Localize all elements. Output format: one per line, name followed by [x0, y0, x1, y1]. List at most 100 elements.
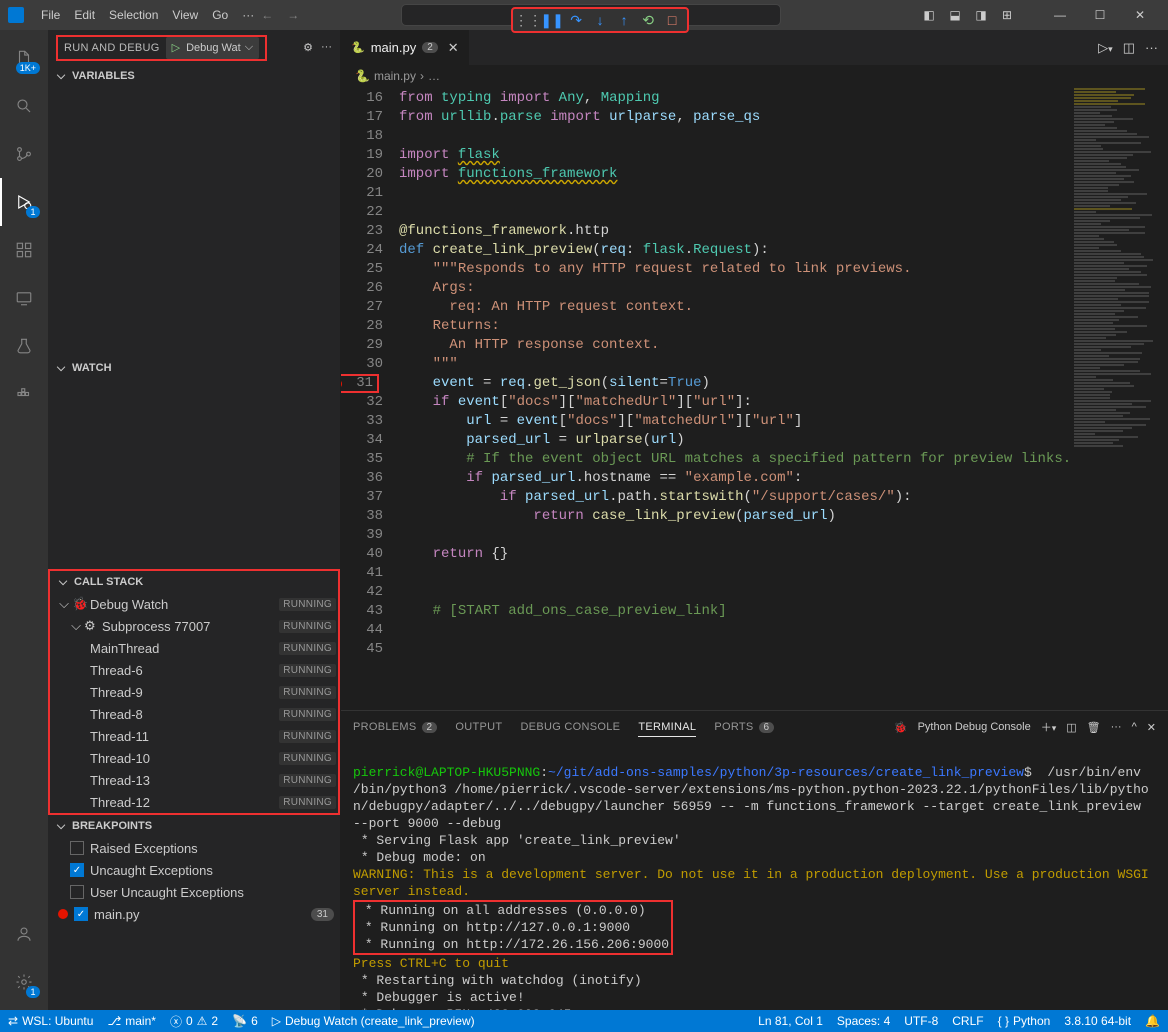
callstack-root[interactable]: ⌵🐞 Debug Watch RUNNING: [50, 593, 338, 615]
sb-spaces[interactable]: Spaces: 4: [837, 1014, 890, 1028]
menu-go[interactable]: Go: [205, 8, 235, 22]
explorer-icon[interactable]: 1K+: [0, 34, 48, 82]
callstack-header[interactable]: ⌵CALL STACK: [50, 571, 338, 593]
stop-icon[interactable]: □: [661, 9, 683, 31]
sb-branch[interactable]: ⎇ main*: [107, 1014, 156, 1028]
sb-problems[interactable]: ⓧ 0 ⚠ 2: [170, 1013, 218, 1030]
sb-encoding[interactable]: UTF-8: [904, 1014, 938, 1028]
debug-toolbar: ⋮⋮ ❚❚ ↷ ↓ ↑ ⟲ □: [511, 7, 689, 33]
run-icon[interactable]: ▷▾: [1098, 40, 1113, 56]
terminal-content[interactable]: pierrick@LAPTOP-HKU5PNNG:~/git/add-ons-s…: [341, 743, 1168, 1010]
breakpoints-header[interactable]: ⌵BREAKPOINTS: [48, 815, 340, 837]
tab-modified-badge: 2: [422, 42, 438, 53]
checkbox-icon[interactable]: [70, 885, 84, 899]
kill-terminal-icon[interactable]: 🗑: [1087, 721, 1101, 734]
close-tab-icon[interactable]: ✕: [448, 40, 459, 56]
thread-row[interactable]: Thread-8RUNNING: [50, 703, 338, 725]
code-editor[interactable]: 1617181920212223242526272829303132333435…: [341, 87, 1168, 710]
nav-forward-icon[interactable]: →: [287, 8, 299, 22]
window-minimize[interactable]: —: [1040, 0, 1080, 30]
checkbox-checked-icon[interactable]: ✓: [70, 863, 84, 877]
thread-row[interactable]: Thread-12RUNNING: [50, 791, 338, 813]
tab-output[interactable]: OUTPUT: [455, 721, 502, 733]
panel-close-icon[interactable]: ✕: [1147, 721, 1156, 734]
layout-left-icon[interactable]: ◧: [921, 7, 937, 23]
menu-file[interactable]: File: [34, 8, 67, 22]
window-maximize[interactable]: ☐: [1080, 0, 1120, 30]
menu-edit[interactable]: Edit: [67, 8, 102, 22]
restart-icon[interactable]: ⟲: [637, 9, 659, 31]
menu-overflow[interactable]: ···: [235, 8, 261, 22]
search-icon[interactable]: [0, 82, 48, 130]
minimap[interactable]: [1070, 87, 1168, 710]
step-over-icon[interactable]: ↷: [565, 9, 587, 31]
window-close[interactable]: ✕: [1120, 0, 1160, 30]
sb-ports[interactable]: 📡 6: [232, 1014, 258, 1028]
main-menu: FileEditSelectionViewGo: [34, 8, 235, 22]
tab-debug-console[interactable]: DEBUG CONSOLE: [520, 721, 620, 733]
layout-right-icon[interactable]: ◨: [973, 7, 989, 23]
breadcrumb[interactable]: 🐍 main.py › …: [341, 65, 1168, 87]
explorer-badge: 1K+: [16, 62, 40, 74]
checkbox-icon[interactable]: [70, 841, 84, 855]
settings-icon[interactable]: 1: [0, 958, 48, 1006]
tab-problems[interactable]: PROBLEMS2: [353, 721, 437, 733]
step-into-icon[interactable]: ↓: [589, 9, 611, 31]
bp-file[interactable]: ✓ main.py 31: [48, 903, 340, 925]
thread-row[interactable]: Thread-10RUNNING: [50, 747, 338, 769]
layout-bottom-icon[interactable]: ⬓: [947, 7, 963, 23]
more-icon[interactable]: ···: [321, 41, 332, 54]
pause-icon[interactable]: ❚❚: [541, 9, 563, 31]
nav-back-icon[interactable]: ←: [261, 8, 273, 22]
tab-more-icon[interactable]: ···: [1145, 40, 1158, 55]
bp-line-badge: 31: [311, 908, 334, 921]
menu-selection[interactable]: Selection: [102, 8, 165, 22]
new-terminal-icon[interactable]: ＋▾: [1041, 719, 1057, 735]
thread-row[interactable]: Thread-6RUNNING: [50, 659, 338, 681]
split-terminal-icon[interactable]: ◫: [1066, 721, 1076, 734]
tab-ports[interactable]: PORTS6: [714, 721, 774, 733]
sb-cursor-pos[interactable]: Ln 81, Col 1: [758, 1014, 823, 1028]
panel-maximize-icon[interactable]: ^: [1132, 721, 1137, 733]
remote-icon[interactable]: [0, 274, 48, 322]
extensions-icon[interactable]: [0, 226, 48, 274]
testing-icon[interactable]: [0, 322, 48, 370]
debug-config-selector[interactable]: ▷ Debug Wat ⌵: [166, 37, 259, 59]
bp-uncaught[interactable]: ✓Uncaught Exceptions: [48, 859, 340, 881]
bp-raised[interactable]: Raised Exceptions: [48, 837, 340, 859]
thread-row[interactable]: MainThreadRUNNING: [50, 637, 338, 659]
thread-row[interactable]: Thread-9RUNNING: [50, 681, 338, 703]
terminal-name[interactable]: Python Debug Console: [918, 721, 1031, 733]
sb-language[interactable]: { } Python: [998, 1014, 1051, 1028]
config-name: Debug Wat: [186, 42, 241, 54]
thread-row[interactable]: Thread-13RUNNING: [50, 769, 338, 791]
sb-python-version[interactable]: 3.8.10 64-bit: [1064, 1014, 1131, 1028]
split-editor-icon[interactable]: ◫: [1123, 40, 1135, 56]
sb-eol[interactable]: CRLF: [952, 1014, 983, 1028]
source-control-icon[interactable]: [0, 130, 48, 178]
sb-notifications-icon[interactable]: 🔔: [1145, 1014, 1160, 1028]
editor-tab-main[interactable]: 🐍 main.py 2 ✕: [341, 30, 470, 65]
drag-handle-icon[interactable]: ⋮⋮: [517, 9, 539, 31]
layout-customize-icon[interactable]: ⊞: [999, 7, 1015, 23]
start-debug-icon[interactable]: ▷: [172, 41, 180, 54]
vscode-logo: [8, 7, 24, 23]
docker-icon[interactable]: [0, 370, 48, 418]
bottom-panel: PROBLEMS2 OUTPUT DEBUG CONSOLE TERMINAL …: [341, 710, 1168, 1010]
variables-header[interactable]: ⌵VARIABLES: [48, 65, 340, 87]
step-out-icon[interactable]: ↑: [613, 9, 635, 31]
callstack-subprocess[interactable]: ⌵⚙ Subprocess 77007 RUNNING: [50, 615, 338, 637]
menu-view[interactable]: View: [165, 8, 205, 22]
checkbox-checked-icon[interactable]: ✓: [74, 907, 88, 921]
thread-row[interactable]: Thread-11RUNNING: [50, 725, 338, 747]
run-debug-icon[interactable]: 1: [0, 178, 48, 226]
tab-terminal[interactable]: TERMINAL: [638, 721, 696, 737]
watch-header[interactable]: ⌵WATCH: [48, 357, 340, 379]
editor-tabs: 🐍 main.py 2 ✕ ▷▾ ◫ ···: [341, 30, 1168, 65]
account-icon[interactable]: [0, 910, 48, 958]
sb-remote[interactable]: ⇄ WSL: Ubuntu: [8, 1014, 93, 1028]
panel-more-icon[interactable]: ···: [1111, 721, 1122, 733]
gear-icon[interactable]: ⚙: [303, 41, 313, 54]
bp-user-uncaught[interactable]: User Uncaught Exceptions: [48, 881, 340, 903]
sb-debug-session[interactable]: ▷ Debug Watch (create_link_preview): [272, 1014, 475, 1028]
